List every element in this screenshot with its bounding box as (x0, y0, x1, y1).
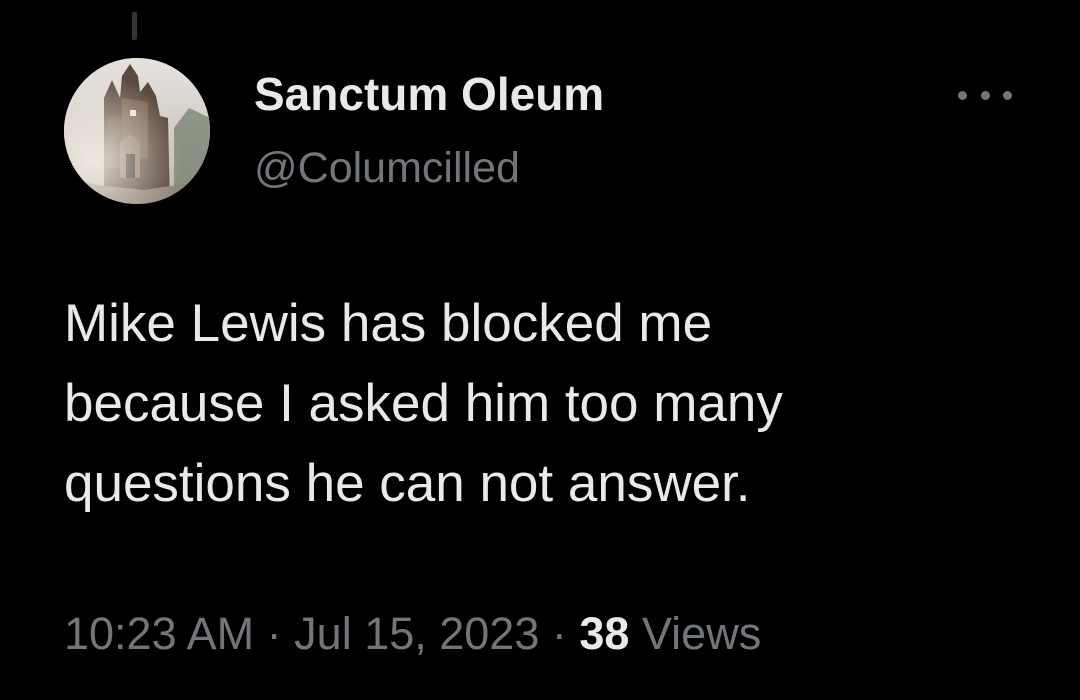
meta-separator: · (551, 608, 567, 659)
display-name[interactable]: Sanctum Oleum (254, 66, 604, 122)
tweet-timestamp-date[interactable]: Jul 15, 2023 (294, 608, 539, 659)
meta-separator: · (266, 608, 282, 659)
tweet-text: Mike Lewis has blocked me because I aske… (64, 284, 1024, 524)
views-count[interactable]: 38 (579, 608, 629, 659)
tweet-timestamp-time[interactable]: 10:23 AM (64, 608, 254, 659)
tweet-text-line: because I asked him too many (64, 374, 783, 433)
views-label[interactable]: Views (642, 608, 761, 659)
avatar[interactable] (64, 58, 210, 204)
tweet-metadata: 10:23 AM · Jul 15, 2023 · 38 Views (64, 604, 761, 664)
more-horizontal-icon-dot-2 (980, 90, 990, 100)
more-horizontal-icon-dot-3 (1003, 90, 1012, 100)
more-options-button[interactable] (950, 80, 1020, 110)
user-handle[interactable]: @Columcilled (254, 140, 604, 196)
tweet-text-line: Mike Lewis has blocked me (64, 294, 713, 353)
thread-connector-line (132, 12, 137, 40)
user-info: Sanctum Oleum @Columcilled (254, 66, 604, 196)
castle-avatar-image (64, 58, 210, 204)
tweet-text-line: questions he can not answer. (64, 454, 751, 513)
more-horizontal-icon (958, 90, 967, 100)
